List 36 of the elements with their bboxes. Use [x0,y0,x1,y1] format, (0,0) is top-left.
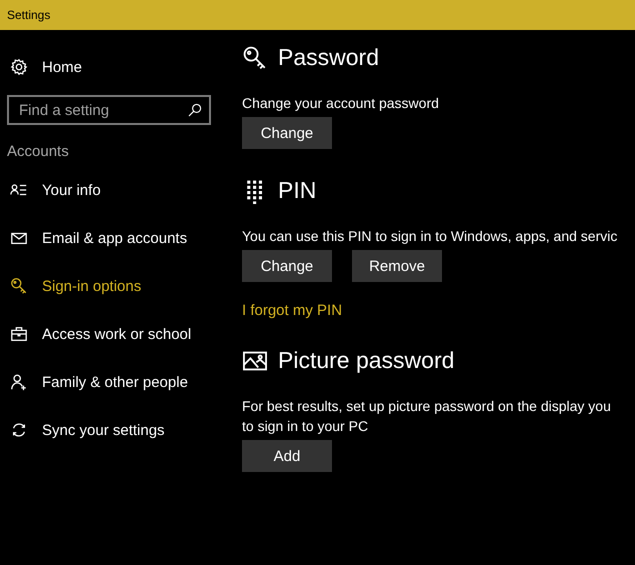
section-title: Picture password [278,347,454,374]
search-icon [187,102,203,118]
nav-label: Email & app accounts [42,230,188,246]
nav-label: Sign-in options [42,278,142,294]
settings-icon [10,58,28,76]
action-button[interactable]: Change [242,250,332,282]
sync-icon [10,421,28,439]
description-text: Change your account password [242,94,440,113]
action-button[interactable]: Change [242,117,332,149]
group-heading: Accounts [7,143,70,160]
nav-item[interactable]: Your info [0,166,228,214]
window-title: Settings [7,8,50,22]
briefcase-icon [10,325,28,343]
description-text: For best results, set up picture password on the display you [242,397,612,416]
section-title: PIN [278,177,316,204]
nav-item[interactable]: Access work or school [0,310,228,358]
nav-item[interactable]: Email & app accounts [0,214,228,262]
forgot-pin-link[interactable]: I forgot my PIN [242,302,342,319]
nav-label: Family & other people [42,374,188,390]
person-add-icon [10,373,28,391]
description-text: You can use this PIN to sign in to Windows, apps, and servic [242,227,618,246]
home-nav-item[interactable]: Home [0,49,228,85]
search-field[interactable]: Find a setting [7,95,211,125]
section-title: Password [278,44,379,71]
action-button[interactable]: Remove [352,250,442,282]
nav-item[interactable]: Sign-in options [0,262,228,310]
nav-label: Access work or school [42,326,192,342]
key-icon [10,277,28,295]
nav-label: Your info [42,182,101,198]
nav-label: Sync your settings [42,422,165,438]
action-button[interactable]: Add [242,440,332,472]
nav-item[interactable]: Family & other people [0,358,228,406]
description-text: to sign in to your PC [242,417,370,436]
nav-label: Home [42,58,82,76]
key-icon [242,44,268,70]
nav-item[interactable]: Sync your settings [0,406,228,454]
